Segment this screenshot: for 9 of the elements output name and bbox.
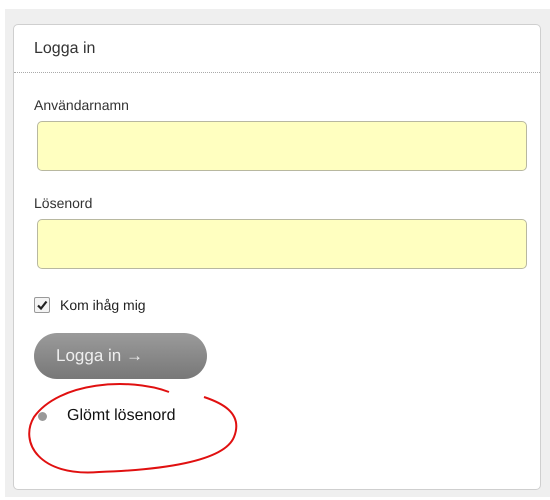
input-field[interactable] — [37, 219, 527, 269]
panel-title: Logga in — [34, 40, 96, 58]
field-label: Lösenord — [34, 195, 92, 211]
bullet-icon — [38, 412, 47, 420]
forgot-password-link[interactable]: Glömt lösenord — [67, 407, 176, 425]
field-label: Användarnamn — [34, 97, 129, 113]
checkbox[interactable] — [34, 297, 50, 313]
input-field[interactable] — [37, 121, 527, 171]
checkbox-label: Kom ihåg mig — [60, 297, 146, 313]
